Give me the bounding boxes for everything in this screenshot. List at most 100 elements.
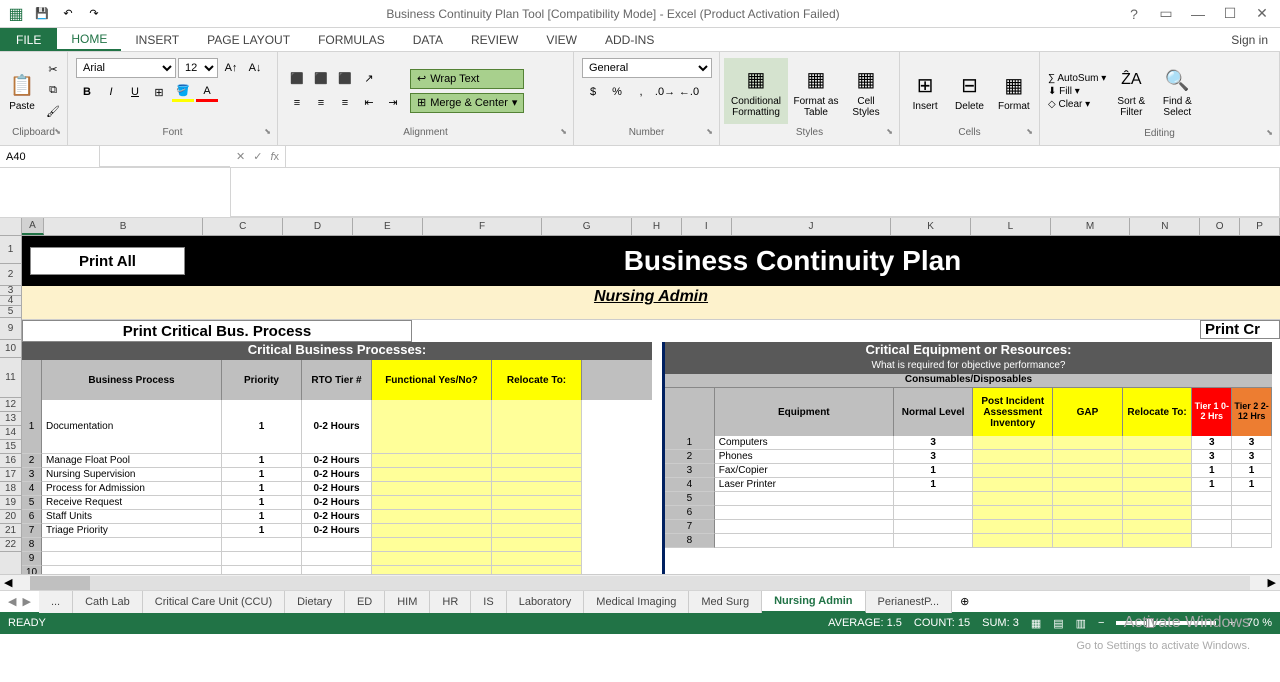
tab-data[interactable]: DATA	[399, 28, 457, 51]
process-row[interactable]: 5Receive Request10-2 Hours	[22, 496, 652, 510]
col-header-N[interactable]: N	[1130, 218, 1200, 235]
view-pagelayout-icon[interactable]: ▤	[1053, 617, 1063, 630]
process-row[interactable]: 6Staff Units10-2 Hours	[22, 510, 652, 524]
tab-review[interactable]: REVIEW	[457, 28, 532, 51]
sheet-tab-him[interactable]: HIM	[385, 591, 430, 613]
insert-cells-button[interactable]: ⊞Insert	[904, 58, 946, 124]
spreadsheet-grid[interactable]: ABCDEFGHIJKLMNOP 12345910111213141516171…	[0, 218, 1280, 574]
col-header-F[interactable]: F	[423, 218, 543, 235]
bold-icon[interactable]: B	[76, 82, 98, 102]
align-top-icon[interactable]: ⬛	[286, 69, 308, 89]
sheet-tab-laboratory[interactable]: Laboratory	[507, 591, 585, 613]
fill-color-icon[interactable]: 🪣	[172, 82, 194, 102]
underline-icon[interactable]: U	[124, 82, 146, 102]
print-critical-equipment-button[interactable]: Print Cr	[1200, 320, 1280, 339]
sheet-tab-perianestp-[interactable]: PerianestP...	[866, 591, 953, 613]
sheet-tab-medical-imaging[interactable]: Medical Imaging	[584, 591, 689, 613]
equipment-row[interactable]: 6	[665, 506, 1272, 520]
col-header-K[interactable]: K	[891, 218, 971, 235]
ribbon-options-icon[interactable]: ▭	[1152, 4, 1180, 24]
formula-expand-area[interactable]	[230, 168, 1280, 217]
cell-styles-button[interactable]: ▦Cell Styles	[844, 58, 888, 124]
col-header-H[interactable]: H	[632, 218, 682, 235]
col-header-D[interactable]: D	[283, 218, 353, 235]
tab-pagelayout[interactable]: PAGE LAYOUT	[193, 28, 304, 51]
close-icon[interactable]: ✕	[1248, 4, 1276, 24]
row-header-15[interactable]: 15	[0, 440, 21, 454]
help-icon[interactable]: ?	[1120, 4, 1148, 24]
row-header-2[interactable]: 2	[0, 264, 21, 286]
sheet-tab-med-surg[interactable]: Med Surg	[689, 591, 762, 613]
equipment-row[interactable]: 2Phones333	[665, 450, 1272, 464]
col-header-I[interactable]: I	[682, 218, 732, 235]
col-header-C[interactable]: C	[203, 218, 283, 235]
row-header-17[interactable]: 17	[0, 468, 21, 482]
font-color-icon[interactable]: A	[196, 82, 218, 102]
increase-decimal-icon[interactable]: .0→	[654, 82, 676, 102]
fx-icon[interactable]: fx	[270, 151, 279, 163]
tab-home[interactable]: HOME	[57, 28, 121, 51]
sheet-tab-hr[interactable]: HR	[430, 591, 471, 613]
process-row[interactable]: 9	[22, 552, 652, 566]
row-header-10[interactable]: 10	[0, 340, 21, 358]
tab-file[interactable]: FILE	[0, 28, 57, 51]
equipment-row[interactable]: 7	[665, 520, 1272, 534]
row-header-21[interactable]: 21	[0, 524, 21, 538]
process-row[interactable]: 8	[22, 538, 652, 552]
row-header-11[interactable]: 11	[0, 358, 21, 398]
undo-icon[interactable]: ↶	[56, 4, 80, 24]
redo-icon[interactable]: ↷	[82, 4, 106, 24]
equipment-row[interactable]: 3Fax/Copier111	[665, 464, 1272, 478]
sheet-tab-ed[interactable]: ED	[345, 591, 385, 613]
align-middle-icon[interactable]: ⬛	[310, 69, 332, 89]
increase-font-icon[interactable]: A↑	[220, 58, 242, 78]
save-icon[interactable]: 💾	[30, 4, 54, 24]
sheet-tab--[interactable]: ...	[39, 591, 73, 613]
row-header-22[interactable]: 22	[0, 538, 21, 552]
tab-view[interactable]: VIEW	[532, 28, 591, 51]
equipment-row[interactable]: 4Laser Printer111	[665, 478, 1272, 492]
font-name-select[interactable]: Arial	[76, 58, 176, 78]
col-header-P[interactable]: P	[1240, 218, 1280, 235]
align-center-icon[interactable]: ≡	[310, 93, 332, 113]
col-header-M[interactable]: M	[1051, 218, 1131, 235]
align-bottom-icon[interactable]: ⬛	[334, 69, 356, 89]
sheet-tab-cath-lab[interactable]: Cath Lab	[73, 591, 143, 613]
equipment-row[interactable]: 5	[665, 492, 1272, 506]
col-header-L[interactable]: L	[971, 218, 1051, 235]
row-header-16[interactable]: 16	[0, 454, 21, 468]
zoom-slider[interactable]	[1116, 621, 1216, 625]
col-header-J[interactable]: J	[732, 218, 892, 235]
find-select-button[interactable]: 🔍Find & Select	[1156, 58, 1198, 124]
col-header-G[interactable]: G	[542, 218, 632, 235]
process-row[interactable]: 10	[22, 566, 652, 574]
row-header-18[interactable]: 18	[0, 482, 21, 496]
align-left-icon[interactable]: ≡	[286, 93, 308, 113]
row-header-9[interactable]: 9	[0, 318, 21, 340]
currency-icon[interactable]: $	[582, 82, 604, 102]
formula-input[interactable]	[286, 146, 1280, 167]
print-all-button[interactable]: Print All	[30, 247, 185, 275]
equipment-row[interactable]: 1Computers333	[665, 436, 1272, 450]
row-header-14[interactable]: 14	[0, 426, 21, 440]
zoom-out-icon[interactable]: −	[1098, 617, 1104, 629]
col-header-A[interactable]: A	[22, 218, 44, 235]
print-critical-process-button[interactable]: Print Critical Bus. Process	[22, 320, 412, 342]
wrap-text-button[interactable]: ↩ Wrap Text	[410, 69, 524, 89]
percent-icon[interactable]: %	[606, 82, 628, 102]
tab-addins[interactable]: ADD-INS	[591, 28, 668, 51]
row-header-20[interactable]: 20	[0, 510, 21, 524]
border-icon[interactable]: ⊞	[148, 82, 170, 102]
autosum-button[interactable]: ∑ AutoSum ▾	[1048, 73, 1106, 84]
zoom-in-icon[interactable]: +	[1228, 617, 1234, 629]
horizontal-scrollbar[interactable]: ◀▶	[0, 574, 1280, 590]
increase-indent-icon[interactable]: ⇥	[382, 93, 404, 113]
copy-icon[interactable]: ⧉	[42, 81, 64, 101]
decrease-indent-icon[interactable]: ⇤	[358, 93, 380, 113]
comma-icon[interactable]: ,	[630, 82, 652, 102]
row-header-13[interactable]: 13	[0, 412, 21, 426]
row-header-5[interactable]: 5	[0, 306, 21, 318]
sort-filter-button[interactable]: ẐASort & Filter	[1110, 58, 1152, 124]
sheet-tab-dietary[interactable]: Dietary	[285, 591, 345, 613]
merge-center-button[interactable]: ⊞ Merge & Center ▾	[410, 93, 524, 113]
